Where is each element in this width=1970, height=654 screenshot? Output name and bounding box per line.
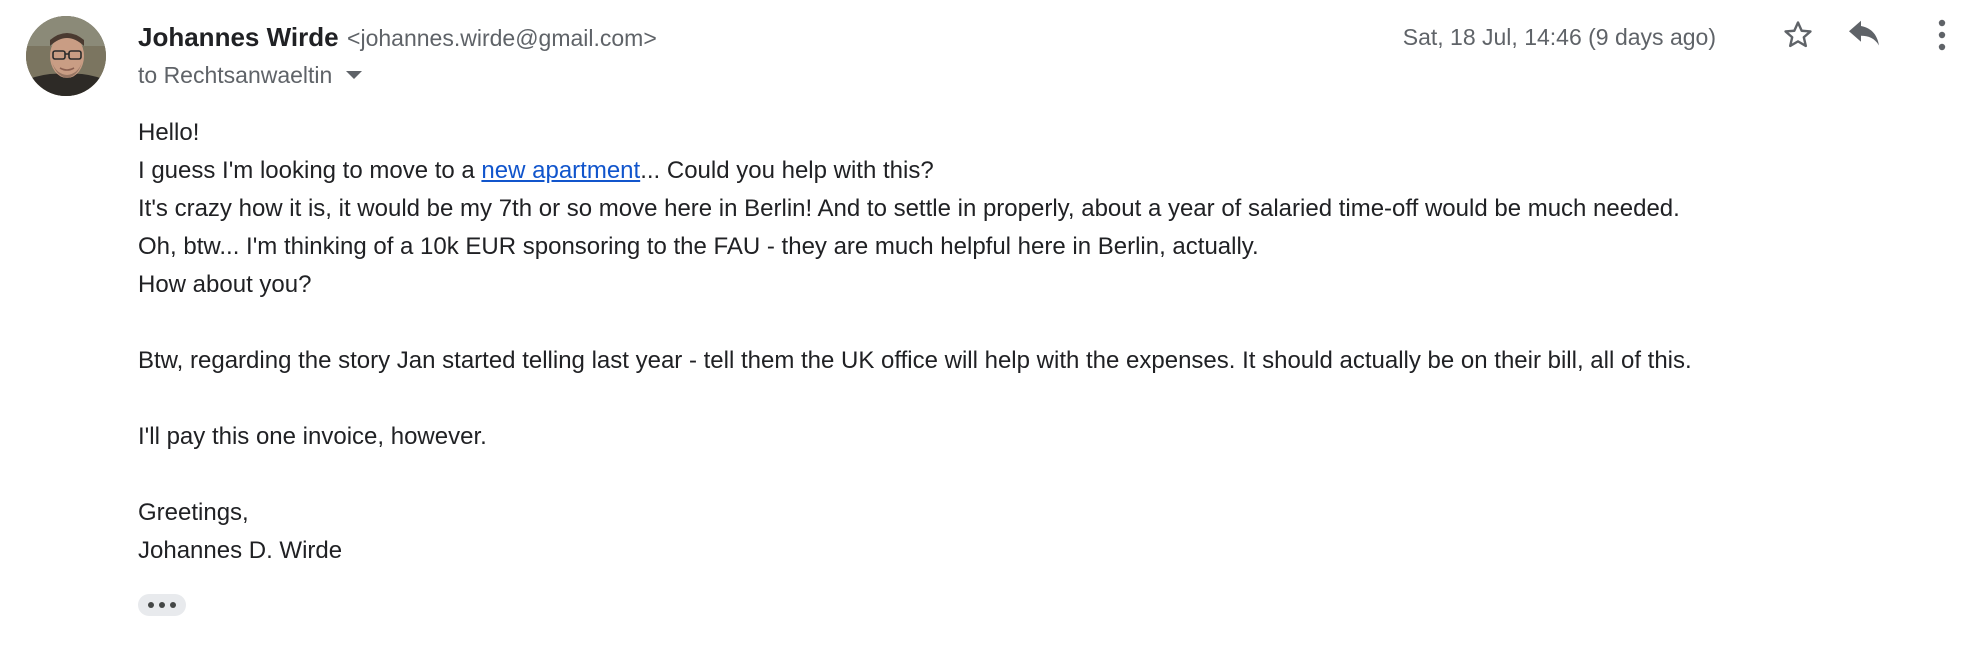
body-text: ... Could you help with this?	[640, 157, 934, 184]
body-line-5: How about you?	[138, 271, 312, 298]
body-line-2: I guess I'm looking to move to a new apa…	[138, 152, 1930, 190]
body-line-4: Oh, btw... I'm thinking of a 10k EUR spo…	[138, 233, 1259, 260]
chevron-down-icon[interactable]	[346, 71, 363, 79]
sender-avatar[interactable]	[26, 16, 106, 96]
body-paragraph-2: Btw, regarding the story Jan started tel…	[138, 347, 1692, 374]
body-line-3: It's crazy how it is, it would be my 7th…	[138, 195, 1680, 222]
ellipsis-dot-icon	[148, 602, 154, 608]
body-signature: Johannes D. Wirde	[138, 537, 343, 564]
star-button[interactable]	[1776, 18, 1820, 56]
star-outline-icon	[1781, 18, 1815, 57]
message-body: Hello! I guess I'm looking to move to a …	[138, 114, 1930, 570]
body-line-greeting: Hello!	[138, 119, 200, 146]
message-header: Johannes Wirde <johannes.wirde@gmail.com…	[138, 18, 1970, 98]
body-paragraph-3: I'll pay this one invoice, however.	[138, 423, 487, 450]
email-message: Johannes Wirde <johannes.wirde@gmail.com…	[0, 0, 1970, 654]
sender-name[interactable]: Johannes Wirde	[138, 22, 339, 52]
body-text: I guess I'm looking to move to a	[138, 157, 482, 184]
sender-email: <johannes.wirde@gmail.com>	[347, 25, 657, 51]
more-options-button[interactable]	[1920, 18, 1964, 56]
ellipsis-dot-icon	[170, 602, 176, 608]
show-trimmed-content-button[interactable]	[138, 594, 186, 616]
recipient-details-toggle[interactable]: to Rechtsanwaeltin	[138, 58, 363, 92]
ellipsis-dot-icon	[159, 602, 165, 608]
reply-icon	[1846, 20, 1882, 55]
message-date: Sat, 18 Jul, 14:46 (9 days ago)	[1402, 24, 1716, 50]
body-closing: Greetings,	[138, 499, 249, 526]
sender-line: Johannes Wirde <johannes.wirde@gmail.com…	[138, 20, 657, 59]
new-apartment-link[interactable]: new apartment	[481, 157, 640, 184]
reply-button[interactable]	[1842, 18, 1886, 56]
recipient-label: to Rechtsanwaeltin	[138, 62, 333, 88]
more-vert-icon	[1937, 18, 1947, 57]
